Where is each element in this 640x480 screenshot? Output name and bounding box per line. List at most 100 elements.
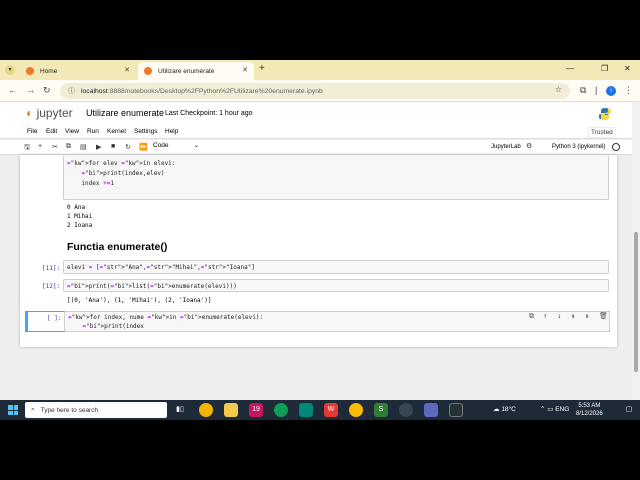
jupyter-favicon-icon (26, 67, 34, 75)
back-icon[interactable]: ← (8, 85, 17, 95)
taskbar-clock[interactable]: 5:53 AM 8/12/2026 (576, 402, 603, 418)
jupyter-favicon-icon (144, 67, 152, 75)
code-line: elevi = [="str">"Ana",="str">"Mihai",="s… (67, 264, 255, 271)
taskbar-search-box[interactable]: ⌕ Type here to search (25, 402, 167, 418)
notebook-panel: ="kw">for elev ="kw">in elevi: ="bi">pri… (20, 155, 617, 347)
code-line: ="kw">for index, nume ="kw">in ="bi">enu… (68, 314, 264, 321)
gear-icon[interactable]: ⚙ (526, 142, 532, 150)
markdown-heading[interactable]: Functia enumerate() (67, 241, 167, 253)
notebook-menubar: File Edit View Run Kernel Settings Help … (0, 124, 632, 139)
app-icon[interactable]: 19 (249, 403, 263, 417)
url-host: localhost (81, 87, 108, 95)
duplicate-cell-icon[interactable]: ⧉ (529, 312, 534, 321)
windows-start-icon[interactable] (8, 405, 18, 415)
insert-above-icon[interactable]: ⇞ (571, 312, 575, 320)
jupyter-logo-icon: ◐ (26, 106, 34, 120)
menu-edit[interactable]: Edit (46, 128, 57, 135)
notebook-title[interactable]: Utilizare enumerate (86, 108, 164, 118)
menu-kernel[interactable]: Kernel (107, 128, 126, 135)
jupyter-logo-text: jupyter (36, 106, 73, 120)
copy-icon[interactable]: ⧉ (66, 143, 71, 151)
maximize-icon[interactable]: ❐ (601, 64, 608, 73)
terminal-icon[interactable] (449, 403, 463, 417)
search-icon: ⌕ (31, 406, 35, 413)
app-icon[interactable]: S (374, 403, 388, 417)
extensions-icon[interactable]: ⧉ (580, 85, 586, 96)
code-cell-print[interactable]: ="bi">print(="bi">list(="bi">enumerate(e… (63, 279, 609, 292)
delete-cell-icon[interactable]: 🗑 (599, 312, 608, 320)
menu-file[interactable]: File (27, 128, 37, 135)
scrollbar-thumb[interactable] (634, 232, 638, 372)
trusted-indicator[interactable]: Trusted (588, 127, 616, 138)
move-down-icon[interactable]: ↓ (557, 312, 561, 320)
insert-below-icon[interactable]: ⇟ (585, 312, 589, 320)
menu-help[interactable]: Help (165, 128, 178, 135)
tab-home[interactable]: Home ✕ (20, 62, 136, 80)
more-menu-icon[interactable]: ⋮ (624, 85, 633, 96)
code-editor[interactable]: ="kw">for index, nume ="kw">in ="bi">enu… (64, 311, 610, 332)
bookmark-star-icon[interactable]: ☆ (555, 85, 562, 94)
code-line: ="bi">print(="bi">list(="bi">enumerate(e… (67, 283, 237, 290)
chrome-icon[interactable] (199, 403, 213, 417)
file-explorer-icon[interactable] (224, 403, 238, 417)
add-cell-icon[interactable]: + (38, 143, 42, 150)
kernel-name[interactable]: Python 3 (ipykernel) (552, 144, 605, 150)
clock-time: 5:53 AM (578, 403, 601, 409)
notebook-header: ◐ jupyter Utilizare enumerate Last Check… (0, 102, 632, 124)
python-logo-icon (599, 108, 611, 120)
new-tab-button[interactable]: + (259, 63, 265, 74)
output-line: 2 Ioana (67, 222, 93, 229)
profile-avatar[interactable]: i (606, 86, 616, 96)
app-icon[interactable] (399, 403, 413, 417)
move-up-icon[interactable]: ↑ (543, 312, 547, 320)
save-icon[interactable]: 🖫 (24, 143, 30, 154)
app-icon[interactable] (299, 403, 313, 417)
word-icon[interactable]: W (324, 403, 338, 417)
code-cell-loop[interactable]: ="kw">for elev ="kw">in elevi: ="bi">pri… (63, 155, 609, 200)
url-bar[interactable]: ⓘ localhost:8888/notebooks/Desktop%2FPyt… (60, 83, 570, 99)
system-tray[interactable]: ⌃ ▭ ENG (540, 405, 569, 413)
output-line: 1 Mihai (67, 213, 93, 220)
site-info-icon[interactable]: ⓘ (68, 86, 75, 96)
chevron-down-icon: ⌄ (193, 143, 199, 149)
edge-icon[interactable] (274, 403, 288, 417)
cell-prompt: [12]: (42, 283, 61, 290)
screen: ▾ Home ✕ Utilizare enumerate ✕ + — ❐ ✕ ←… (0, 0, 640, 480)
menu-view[interactable]: View (65, 128, 79, 135)
clock-date: 8/12/2026 (576, 411, 603, 417)
close-icon[interactable]: ✕ (242, 66, 248, 74)
restart-icon[interactable]: ↻ (125, 143, 131, 151)
stop-icon[interactable]: ■ (111, 143, 115, 150)
language-indicator: ENG (555, 406, 570, 413)
forward-icon[interactable]: → (26, 85, 35, 95)
jupyter-logo[interactable]: ◐ jupyter (26, 106, 73, 120)
open-jupyterlab-button[interactable]: JupyterLab (491, 144, 521, 150)
tab-search-icon[interactable]: ▾ (5, 65, 15, 75)
active-cell[interactable]: [ ]: ="kw">for index, nume ="kw">in ="bi… (25, 311, 610, 332)
minimize-icon[interactable]: — (566, 64, 574, 73)
restart-run-all-icon[interactable]: ⏩ (139, 143, 148, 151)
cell-type-value: Code (153, 142, 169, 149)
chrome-icon[interactable] (349, 403, 363, 417)
task-view-icon[interactable]: ▮▯ (173, 403, 187, 417)
cell-type-select[interactable]: Code ⌄ (153, 142, 199, 152)
url-path: :8888/notebooks/Desktop%2FPython%2FUtili… (107, 87, 323, 95)
menu-run[interactable]: Run (87, 128, 99, 135)
page-scrollbar[interactable] (632, 102, 640, 420)
paste-icon[interactable]: ▤ (80, 143, 87, 151)
weather-temp: 18°C (501, 406, 516, 413)
weather-widget[interactable]: ☁ 18°C (493, 405, 516, 413)
run-icon[interactable]: ▶ (96, 143, 101, 151)
active-chrome-icon[interactable] (424, 403, 438, 417)
close-icon[interactable]: ✕ (124, 66, 130, 74)
windows-taskbar: ⌕ Type here to search ▮▯ 19 W S ☁ 18°C ⌃… (0, 400, 640, 420)
reload-icon[interactable]: ↻ (43, 85, 51, 96)
cut-icon[interactable]: ✂ (52, 143, 58, 151)
close-window-icon[interactable]: ✕ (624, 64, 631, 73)
notifications-icon[interactable]: ▢ (622, 403, 636, 417)
menu-settings[interactable]: Settings (134, 128, 158, 135)
code-line: ="bi">print(index,elev) (81, 170, 165, 177)
tab-label: Utilizare enumerate (158, 67, 215, 75)
code-cell-list[interactable]: elevi = [="str">"Ana",="str">"Mihai",="s… (63, 260, 609, 274)
tab-utilizare-enumerate[interactable]: Utilizare enumerate ✕ (138, 62, 254, 80)
